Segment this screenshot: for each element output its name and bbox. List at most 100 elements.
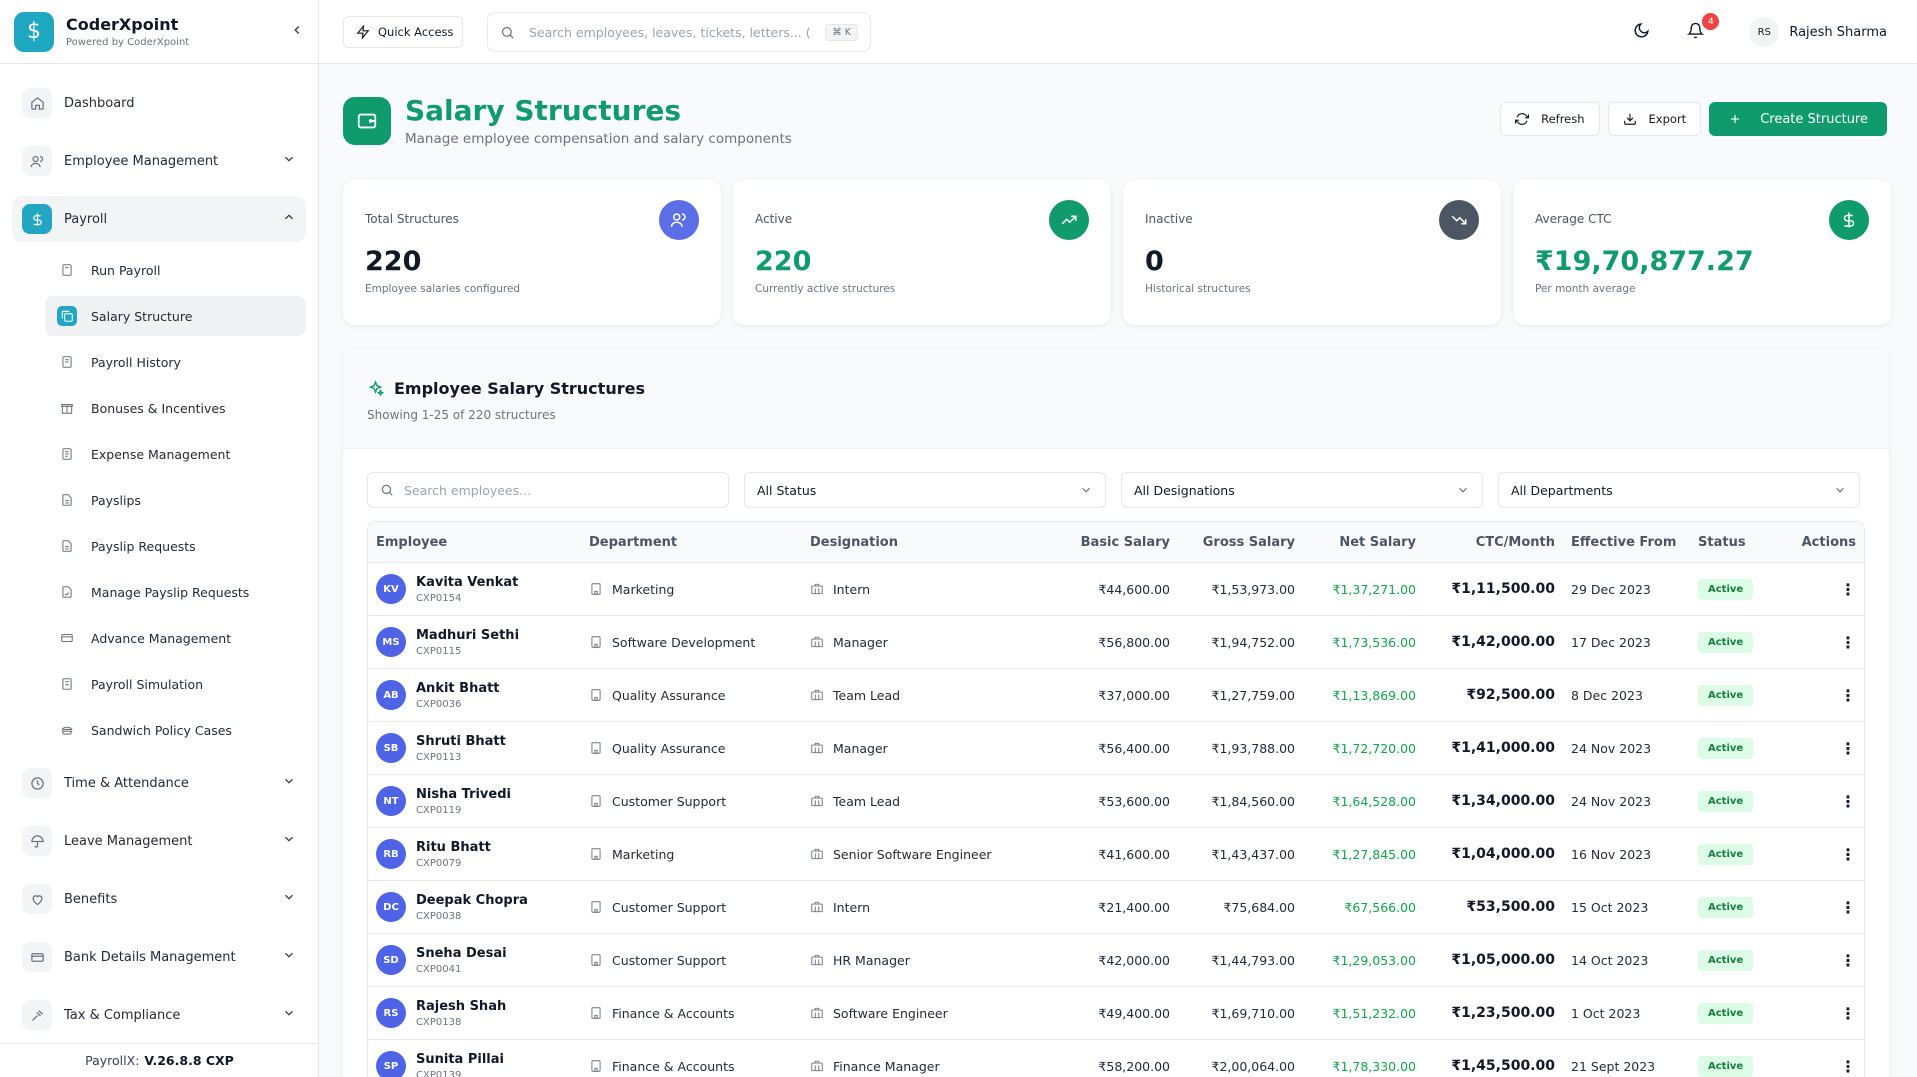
- more-vertical-icon[interactable]: ⋮: [1840, 633, 1856, 652]
- designation-name: Intern: [833, 581, 871, 597]
- table-row[interactable]: RB Ritu Bhatt CXP0079 Marketing Senior S…: [368, 828, 1864, 881]
- designation-name: Team Lead: [833, 687, 901, 703]
- employee-name[interactable]: Deepak Chopra: [416, 893, 528, 908]
- column-header-effective[interactable]: Effective From: [1555, 535, 1690, 550]
- building-icon: [589, 1059, 603, 1073]
- column-header-designation[interactable]: Designation: [810, 535, 1054, 550]
- basic-salary: ₹49,400.00: [1098, 1005, 1170, 1021]
- more-vertical-icon[interactable]: ⋮: [1840, 739, 1856, 758]
- avatar: RB: [376, 839, 406, 869]
- sidebar-item-employee-management[interactable]: Employee Management: [12, 138, 306, 184]
- department-filter-select[interactable]: All Departments: [1498, 472, 1860, 508]
- designation-filter-select[interactable]: All Designations: [1121, 472, 1483, 508]
- sidebar-item-tax-compliance[interactable]: Tax & Compliance: [12, 992, 306, 1038]
- download-icon: [1623, 113, 1636, 125]
- table-row[interactable]: MS Madhuri Sethi CXP0115 Software Develo…: [368, 616, 1864, 669]
- moon-icon[interactable]: [1633, 22, 1653, 42]
- net-salary: ₹1,29,053.00: [1332, 952, 1417, 968]
- column-header-department[interactable]: Department: [589, 535, 810, 550]
- bell-icon[interactable]: 4: [1687, 13, 1720, 42]
- sidebar-subitem-payslip-requests[interactable]: Payslip Requests: [45, 526, 306, 566]
- more-vertical-icon[interactable]: ⋮: [1840, 898, 1856, 917]
- export-button[interactable]: Export: [1607, 102, 1702, 136]
- employee-search-input[interactable]: Search employees...: [367, 472, 729, 508]
- sidebar-item-bank-details[interactable]: Bank Details Management: [12, 934, 306, 980]
- employee-name[interactable]: Ritu Bhatt: [416, 840, 491, 855]
- sidebar-item-payroll[interactable]: Payroll: [12, 196, 306, 242]
- sidebar-item-leave-management[interactable]: Leave Management: [12, 818, 306, 864]
- designation-name: Finance Manager: [833, 1058, 940, 1074]
- create-structure-button[interactable]: Create Structure: [1709, 102, 1887, 136]
- employee-name[interactable]: Rajesh Shah: [416, 999, 506, 1014]
- avatar[interactable]: RS: [1749, 17, 1780, 47]
- more-vertical-icon[interactable]: ⋮: [1840, 686, 1856, 705]
- employee-name[interactable]: Sunita Pillai: [416, 1052, 504, 1067]
- table-row[interactable]: AB Ankit Bhatt CXP0036 Quality Assurance…: [368, 669, 1864, 722]
- employee-name[interactable]: Madhuri Sethi: [416, 628, 519, 643]
- table-row[interactable]: SB Shruti Bhatt CXP0113 Quality Assuranc…: [368, 722, 1864, 775]
- sidebar-subitem-salary-structure[interactable]: Salary Structure: [45, 296, 306, 336]
- column-header-status[interactable]: Status: [1690, 535, 1798, 550]
- sidebar-item-label: Benefits: [64, 891, 118, 907]
- employee-name[interactable]: Sneha Desai: [416, 946, 507, 961]
- quick-access-button[interactable]: Quick Access: [343, 16, 463, 48]
- sidebar-subitem-label: Run Payroll: [91, 262, 161, 278]
- column-header-gross[interactable]: Gross Salary: [1170, 535, 1295, 550]
- table-row[interactable]: SD Sneha Desai CXP0041 Customer Support …: [368, 934, 1864, 987]
- effective-date: 15 Oct 2023: [1571, 899, 1649, 915]
- refresh-button[interactable]: Refresh: [1500, 102, 1600, 136]
- receipt-icon: [57, 444, 77, 464]
- user-name[interactable]: Rajesh Sharma: [1789, 25, 1887, 40]
- table-row[interactable]: RS Rajesh Shah CXP0138 Finance & Account…: [368, 987, 1864, 1040]
- sidebar-item-label: Tax & Compliance: [64, 1007, 181, 1023]
- column-header-basic[interactable]: Basic Salary: [1054, 535, 1170, 550]
- employee-name[interactable]: Kavita Venkat: [416, 575, 518, 590]
- sidebar-item-time-attendance[interactable]: Time & Attendance: [12, 760, 306, 806]
- table-row[interactable]: SP Sunita Pillai CXP0139 Finance & Accou…: [368, 1040, 1864, 1077]
- more-vertical-icon[interactable]: ⋮: [1840, 1004, 1856, 1023]
- more-vertical-icon[interactable]: ⋮: [1840, 1057, 1856, 1076]
- stat-value: ₹19,70,877.27: [1535, 246, 1754, 277]
- collapse-sidebar-icon[interactable]: [290, 21, 304, 42]
- sidebar-subitem-bonuses[interactable]: Bonuses & Incentives: [45, 388, 306, 428]
- sidebar-subitem-payroll-history[interactable]: Payroll History: [45, 342, 306, 382]
- sidebar-item-benefits[interactable]: Benefits: [12, 876, 306, 922]
- sidebar-subitem-payroll-simulation[interactable]: Payroll Simulation: [45, 664, 306, 704]
- status-badge: Active: [1698, 843, 1754, 865]
- global-search-input[interactable]: Search employees, leaves, tickets, lette…: [487, 12, 871, 52]
- sidebar-subitem-expense-management[interactable]: Expense Management: [45, 434, 306, 474]
- status-filter-select[interactable]: All Status: [744, 472, 1106, 508]
- status-badge: Active: [1698, 949, 1754, 971]
- sidebar-subitem-run-payroll[interactable]: Run Payroll: [45, 250, 306, 290]
- more-vertical-icon[interactable]: ⋮: [1840, 792, 1856, 811]
- chevron-down-icon: [1459, 487, 1467, 493]
- column-header-ctc[interactable]: CTC/Month: [1416, 535, 1555, 550]
- avatar: SD: [376, 945, 406, 975]
- column-header-net[interactable]: Net Salary: [1295, 535, 1416, 550]
- sidebar-subitem-sandwich-policy[interactable]: Sandwich Policy Cases: [45, 710, 306, 750]
- basic-salary: ₹56,400.00: [1098, 740, 1170, 756]
- employee-id: CXP0079: [416, 857, 462, 869]
- stat-card-total: Total Structures 220 Employee salaries c…: [343, 180, 721, 325]
- employee-name[interactable]: Shruti Bhatt: [416, 734, 506, 749]
- table-row[interactable]: KV Kavita Venkat CXP0154 Marketing Inter…: [368, 563, 1864, 616]
- column-header-employee[interactable]: Employee: [368, 535, 589, 550]
- ctc-month: ₹1,11,500.00: [1451, 581, 1555, 597]
- employee-name[interactable]: Nisha Trivedi: [416, 787, 511, 802]
- sidebar-subitem-advance-management[interactable]: Advance Management: [45, 618, 306, 658]
- department-name: Quality Assurance: [612, 687, 726, 703]
- building-icon: [589, 953, 603, 967]
- more-vertical-icon[interactable]: ⋮: [1840, 845, 1856, 864]
- briefcase-icon: [810, 741, 824, 755]
- employee-name[interactable]: Ankit Bhatt: [416, 681, 500, 696]
- chevron-down-icon: [282, 774, 296, 792]
- sidebar-item-dashboard[interactable]: Dashboard: [12, 80, 306, 126]
- table-row[interactable]: DC Deepak Chopra CXP0038 Customer Suppor…: [368, 881, 1864, 934]
- sidebar-subitem-payslips[interactable]: Payslips: [45, 480, 306, 520]
- more-vertical-icon[interactable]: ⋮: [1840, 580, 1856, 599]
- table-row[interactable]: NT Nisha Trivedi CXP0119 Customer Suppor…: [368, 775, 1864, 828]
- home-icon: [22, 88, 52, 118]
- more-vertical-icon[interactable]: ⋮: [1840, 951, 1856, 970]
- net-salary: ₹1,73,536.00: [1332, 634, 1417, 650]
- sidebar-subitem-manage-payslip-requests[interactable]: Manage Payslip Requests: [45, 572, 306, 612]
